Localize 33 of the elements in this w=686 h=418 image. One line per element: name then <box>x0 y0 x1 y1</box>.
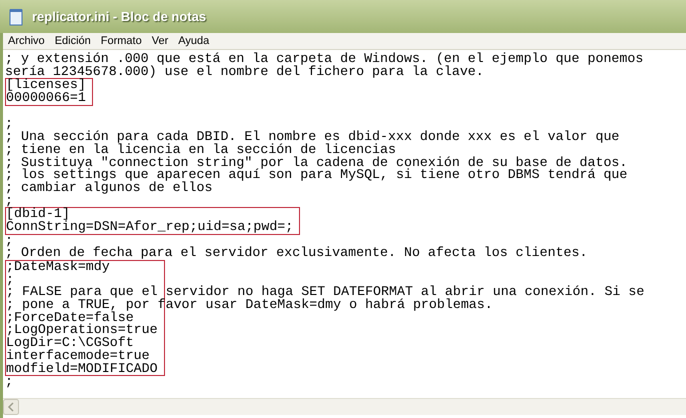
text-line: ; cambiar algunos de ellos <box>5 182 212 195</box>
text-line: ;ForceDate=false <box>6 312 134 324</box>
text-line: ; <box>5 234 13 248</box>
text-line: ; Orden de fecha para el servidor exclusivamente. No afecta los clientes. <box>5 247 588 260</box>
text-line: ; <box>6 274 14 286</box>
menu-item[interactable]: Edición <box>50 32 95 50</box>
menu-item[interactable]: Ayuda <box>174 32 214 50</box>
menu-item[interactable]: Ver <box>148 32 172 50</box>
text-line: ; y extensión .000 que está en la carpeta de Windows. (en el ejemplo que ponemos <box>5 53 644 66</box>
text-line: ;LogOperations=true <box>6 324 158 338</box>
text-line: ; Una sección para cada DBID. El nombre es dbid-xxx donde xxx es el valor que <box>5 131 620 144</box>
text-line: ; <box>5 376 13 389</box>
text-line: ; tiene en la licencia en la sección de licencias <box>5 144 396 156</box>
text-line: ConnString=DSN=Afor_rep;uid=sa;pwd=; <box>6 220 294 234</box>
scroll-left-icon[interactable] <box>3 399 19 415</box>
text-line: ; FALSE para que el servidor no haga SET DATEFORMAT al abrir una conexión. Si se <box>6 286 644 300</box>
text-line: ; <box>5 118 13 132</box>
text-line: LogDir=C:\CGSoft <box>6 337 134 350</box>
text-line: 00000066=1 <box>6 92 86 105</box>
text-line: modfield=MODIFICADO <box>6 362 158 376</box>
menu-item[interactable]: Formato <box>96 32 146 50</box>
text-line: ; Sustituya "connection string" por la cadena de conexión de su base de datos. <box>5 156 628 170</box>
text-line: sería 12345678.000) use el nombre del fichero para la clave. <box>5 66 484 78</box>
text-line: [licenses] <box>6 79 86 92</box>
horizontal-scrollbar[interactable] <box>3 398 686 415</box>
text-line: interfacemode=true <box>6 350 150 362</box>
window-title: replicator.ini - Bloc de notas <box>32 8 206 26</box>
text-line: ;DateMask=mdy <box>6 261 110 274</box>
text-line: ; <box>5 194 13 208</box>
text-line: [dbid-1] <box>6 208 70 221</box>
text-line: ; los settings que aparecen aquí son para MySQL, si tiene otro DBMS tendrá que <box>5 169 628 182</box>
menu-item[interactable]: Archivo <box>4 32 49 50</box>
notepad-icon <box>8 8 24 26</box>
